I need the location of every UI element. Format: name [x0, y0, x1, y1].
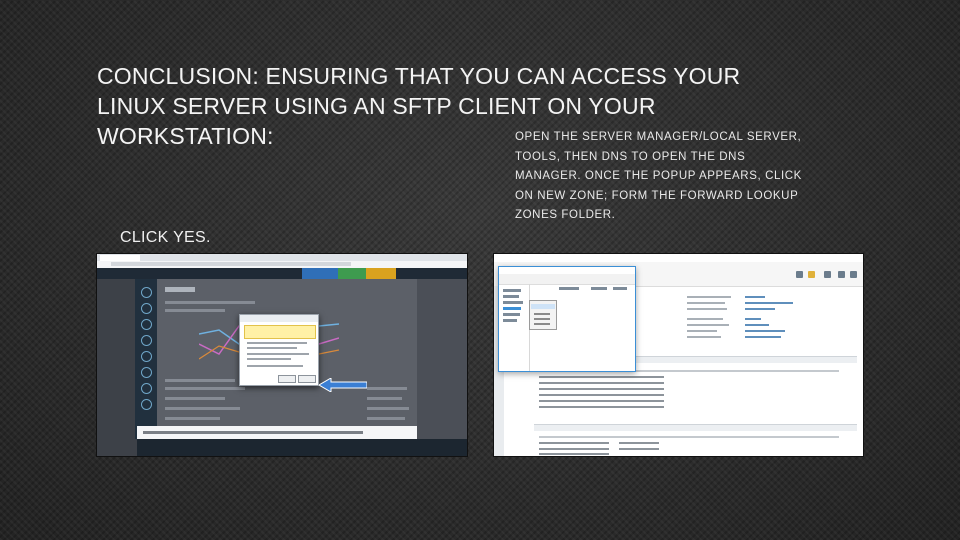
- instruction-line-1: Open the server Manager/local server,: [515, 131, 802, 143]
- instruction-text: Open the server Manager/local server, To…: [515, 128, 865, 226]
- warning-banner: [244, 325, 316, 339]
- console-right-panel: [417, 279, 467, 439]
- console-header: [97, 268, 467, 279]
- notification-bar: [137, 426, 417, 439]
- dialog-yes-button[interactable]: [278, 375, 296, 383]
- slide-title-line-1: CONCLUSION: ENSURING THAT YOU CAN ACCESS…: [97, 63, 741, 89]
- forward-lookup-zones-node[interactable]: [503, 307, 521, 310]
- tools-menu-icon: [838, 271, 845, 278]
- dialog-title-bar: [240, 315, 318, 322]
- dialog-no-button[interactable]: [298, 375, 316, 383]
- manage-menu-icon: [824, 271, 831, 278]
- console-sidebar: [135, 279, 157, 439]
- flag-icon: [808, 271, 815, 278]
- click-yes-caption: Click yes.: [120, 229, 211, 246]
- console-bottom-toolbar: [137, 439, 467, 456]
- view-menu-icon: [850, 271, 857, 278]
- web-console-screenshot: [97, 254, 467, 456]
- confirmation-dialog: [239, 314, 319, 386]
- server-manager-screenshot: [494, 254, 863, 456]
- refresh-icon: [796, 271, 803, 278]
- browser-tab-bar: [97, 254, 467, 261]
- arrow-left-icon: [319, 378, 367, 392]
- context-menu: [529, 300, 557, 330]
- new-zone-menu-item[interactable]: [531, 304, 555, 309]
- instruction-line-4: on New Zone; form the forward lookup: [515, 189, 799, 202]
- instruction-line-3: Manager. once the popup appears, click: [515, 170, 802, 182]
- services-section-header: [534, 424, 857, 431]
- dns-manager-window: [498, 266, 636, 372]
- server-properties-panel: [619, 290, 859, 350]
- slide-title-line-2: LINUX SERVER USING AN SFTP CLIENT ON YOU…: [97, 93, 656, 119]
- instruction-line-2: Tools, then DNS to open the DNS: [515, 150, 746, 163]
- dns-tree: [499, 284, 530, 371]
- instruction-line-5: zones folder.: [515, 209, 616, 221]
